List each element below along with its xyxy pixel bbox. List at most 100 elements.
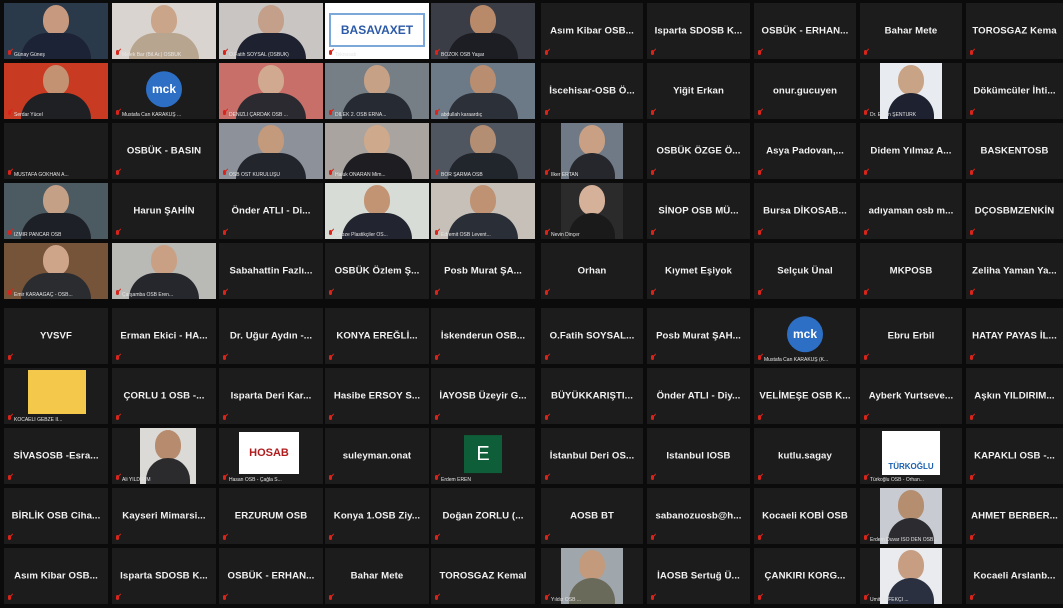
video-tile[interactable]: BOZOK OSB Yaşar — [431, 3, 535, 59]
video-tile[interactable]: Serdar Yücel — [4, 63, 108, 119]
participant-tile[interactable]: Kocaeli Arslanb... — [966, 548, 1063, 604]
participant-tile[interactable]: Isparta SDOSB K... — [112, 548, 216, 604]
participant-tile[interactable]: SİNOP OSB MÜ... — [647, 183, 750, 239]
participant-tile[interactable]: Aşkın YILDIRIM... — [966, 368, 1063, 424]
participant-tile[interactable]: Istanbul IOSB — [647, 428, 750, 484]
participant-tile[interactable]: E Erdem EREN — [431, 428, 535, 484]
participant-tile[interactable]: OSBÜK - ERHAN... — [219, 548, 323, 604]
participant-tile[interactable]: Erdem Duvar İSO DEN OSB... — [860, 488, 962, 544]
participant-tile[interactable]: BÜYÜKKARIŞTI... — [541, 368, 643, 424]
participant-tile[interactable]: Doğan ZORLU (... — [431, 488, 535, 544]
participant-tile[interactable]: AOSB BT — [541, 488, 643, 544]
participant-tile[interactable]: Konya 1.OSB Ziy... — [325, 488, 429, 544]
video-tile[interactable]: DİLEK 2. OSB ERNA... — [325, 63, 429, 119]
participant-tile[interactable]: Önder ATLI - Diy... — [647, 368, 750, 424]
participant-tile[interactable]: ÇANKIRI KORG... — [754, 548, 856, 604]
participant-tile[interactable]: BASKENTOSB — [966, 123, 1063, 179]
participant-tile[interactable]: O.Fatih SOYSAL... — [541, 308, 643, 364]
video-tile[interactable]: Haluk ONARAN Mim... — [325, 123, 429, 179]
participant-tile[interactable]: YVSVF — [4, 308, 108, 364]
participant-tile[interactable]: MKPOSB — [860, 243, 962, 299]
participant-tile[interactable]: İstanbul Deri OS... — [541, 428, 643, 484]
participant-tile[interactable]: İlker ERTAN — [541, 123, 643, 179]
participant-tile[interactable]: BİRLİK OSB Ciha... — [4, 488, 108, 544]
participant-tile[interactable]: Hasibe ERSOY S... — [325, 368, 429, 424]
participant-tile[interactable]: Ayberk Yurtseve... — [860, 368, 962, 424]
participant-tile[interactable]: Ebru Erbil — [860, 308, 962, 364]
participant-tile[interactable]: kutlu.sagay — [754, 428, 856, 484]
participant-tile[interactable]: mck Mustafa Can KARAKUŞ (K... — [754, 308, 856, 364]
participant-tile[interactable]: Bahar Mete — [325, 548, 429, 604]
participant-tile[interactable]: Isparta SDOSB K... — [647, 3, 750, 59]
participant-tile[interactable]: Nevin Dinçer — [541, 183, 643, 239]
participant-tile[interactable]: HATAY PAYAS İL... — [966, 308, 1063, 364]
participant-tile[interactable]: KOCAELİ GEBZE II... — [4, 368, 108, 424]
participant-tile[interactable]: OSBÜK - BASIN — [112, 123, 216, 179]
video-tile[interactable]: İZMİR PANCAR OSB — [4, 183, 108, 239]
participant-tile[interactable]: OSBÜK ÖZGE Ö... — [647, 123, 750, 179]
participant-tile[interactable]: Yiğit Erkan — [647, 63, 750, 119]
video-tile[interactable]: OSB OST KURULUŞU — [219, 123, 323, 179]
video-tile[interactable]: MUSTAFA GÖKHAN A... — [4, 123, 108, 179]
video-tile[interactable]: Edremit OSB Levent... — [431, 183, 535, 239]
participant-tile[interactable]: Kıymet Eşiyok — [647, 243, 750, 299]
participant-tile[interactable]: KONYA EREĞLİ... — [325, 308, 429, 364]
participant-tile[interactable]: TOROSGAZ Kemal — [431, 548, 535, 604]
participant-tile[interactable]: Dr. Ercan ŞENTÜRK — [860, 63, 962, 119]
participant-tile[interactable]: DÇOSBMZENKİN — [966, 183, 1063, 239]
participant-tile[interactable]: Selçuk Ünal — [754, 243, 856, 299]
participant-tile[interactable]: HOSAB Hasan OSB - Çağla S... — [219, 428, 323, 484]
participant-tile[interactable]: Asım Kibar OSB... — [4, 548, 108, 604]
participant-tile[interactable]: SİVASOSB -Esra... — [4, 428, 108, 484]
participant-tile[interactable]: ÇORLU 1 OSB -... — [112, 368, 216, 424]
participant-tile[interactable]: adıyaman osb m... — [860, 183, 962, 239]
video-tile[interactable]: Melek Bar (Bil.Ar.) OSBÜK — [112, 3, 216, 59]
participant-tile[interactable]: Bursa DİKOSAB... — [754, 183, 856, 239]
participant-tile[interactable]: Kayseri Mimarsi... — [112, 488, 216, 544]
participant-tile[interactable]: TOROSGAZ Kema — [966, 3, 1063, 59]
participant-tile[interactable]: OSBÜK - ERHAN... — [754, 3, 856, 59]
participant-tile[interactable]: VELİMEŞE OSB K... — [754, 368, 856, 424]
participant-tile[interactable]: Orhan — [541, 243, 643, 299]
participant-tile[interactable]: Zeliha Yaman Ya... — [966, 243, 1063, 299]
participant-tile[interactable]: Asya Padovan,... — [754, 123, 856, 179]
video-tile[interactable]: mck Mustafa Can KARAKUŞ ... — [112, 63, 216, 119]
video-tile[interactable]: DENİZLİ ÇARDAK OSB ... — [219, 63, 323, 119]
video-tile[interactable]: Günay Güneş — [4, 3, 108, 59]
participant-tile[interactable]: OSBÜK Özlem Ş... — [325, 243, 429, 299]
video-tile[interactable]: O.Fatih SOYSAL (OSBÜK) — [219, 3, 323, 59]
participant-tile[interactable]: Sabahattin Fazlı... — [219, 243, 323, 299]
participant-tile[interactable]: KAPAKLI OSB -... — [966, 428, 1063, 484]
participant-tile[interactable]: İAYOSB Üzeyir G... — [431, 368, 535, 424]
participant-tile[interactable]: Isparta Deri Kar... — [219, 368, 323, 424]
participant-tile[interactable]: Önder ATLI - Di... — [219, 183, 323, 239]
participant-tile[interactable]: Ali YILDIRIM — [112, 428, 216, 484]
participant-tile[interactable]: Dr. Uğur Aydın -... — [219, 308, 323, 364]
participant-tile[interactable]: Dökümcüler İhti... — [966, 63, 1063, 119]
video-tile[interactable]: BASAVAXET Teknosab — [325, 3, 429, 59]
participant-tile[interactable]: Ümit TÜFEKÇİ ... — [860, 548, 962, 604]
participant-tile[interactable]: ERZURUM OSB — [219, 488, 323, 544]
participant-tile[interactable]: Harun ŞAHİN — [112, 183, 216, 239]
participant-tile[interactable]: İscehisar-OSB Ö... — [541, 63, 643, 119]
video-tile[interactable]: BOR ŞARMA OSB — [431, 123, 535, 179]
participant-tile[interactable]: Posb Murat ŞA... — [431, 243, 535, 299]
participant-tile[interactable]: TÜRKOĞLU Türkoğlu OSB - Orhan... — [860, 428, 962, 484]
video-tile[interactable]: Çarşamba OSB Eren... — [112, 243, 216, 299]
participant-tile[interactable]: sabanozuosb@h... — [647, 488, 750, 544]
participant-tile[interactable]: Posb Murat ŞAH... — [647, 308, 750, 364]
video-tile[interactable]: Emir KARAAĞAÇ - OSB... — [4, 243, 108, 299]
participant-tile[interactable]: Bahar Mete — [860, 3, 962, 59]
video-tile[interactable]: Gebze Plastikçiler OS... — [325, 183, 429, 239]
participant-tile[interactable]: AHMET BERBER... — [966, 488, 1063, 544]
participant-tile[interactable]: onur.gucuyen — [754, 63, 856, 119]
participant-tile[interactable]: Erman Ekici - HA... — [112, 308, 216, 364]
participant-tile[interactable]: suleyman.onat — [325, 428, 429, 484]
participant-tile[interactable]: Kocaeli KOBİ OSB — [754, 488, 856, 544]
participant-tile[interactable]: İskenderun OSB... — [431, 308, 535, 364]
participant-tile[interactable]: Yıldız OSB ... — [541, 548, 643, 604]
participant-tile[interactable]: İAOSB Sertuğ Ü... — [647, 548, 750, 604]
participant-tile[interactable]: Didem Yılmaz A... — [860, 123, 962, 179]
participant-tile[interactable]: Asım Kibar OSB... — [541, 3, 643, 59]
video-tile[interactable]: abdullah karaardıç — [431, 63, 535, 119]
